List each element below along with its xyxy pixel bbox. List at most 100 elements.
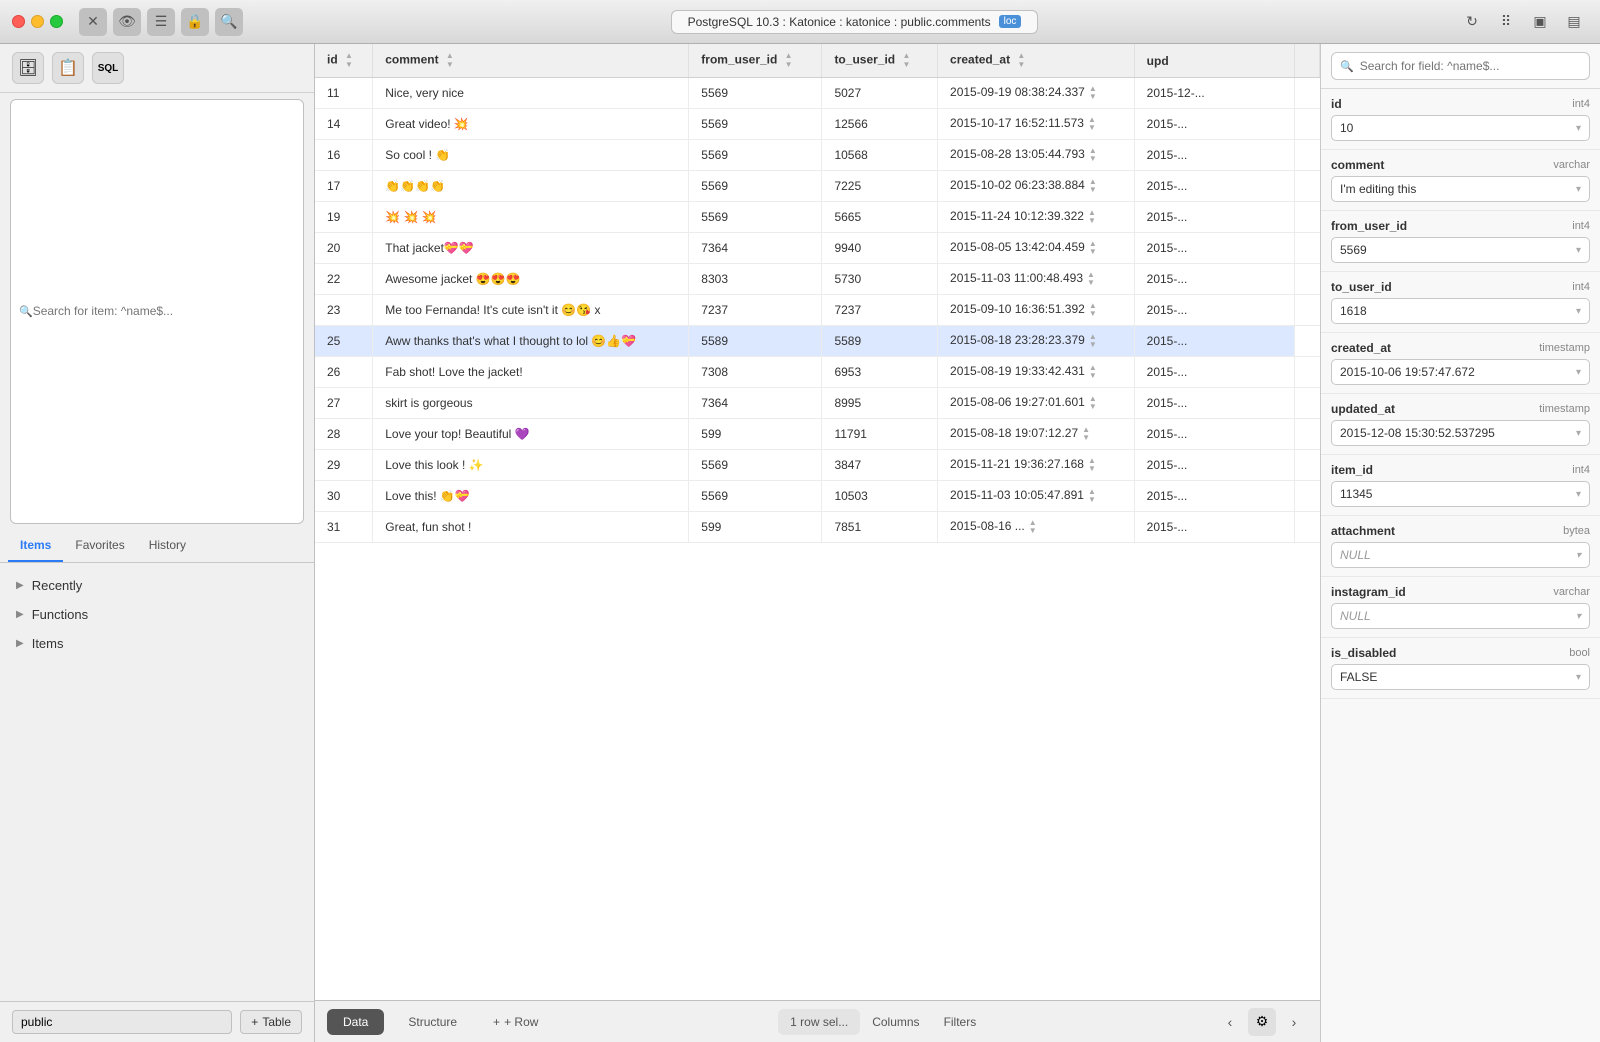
cell-to_user_id[interactable]: 5665 — [822, 202, 938, 233]
cell-created_at[interactable]: 2015-11-21 19:36:27.168▲▼ — [938, 450, 1135, 481]
cell-from_user_id[interactable]: 5569 — [689, 140, 822, 171]
cell-comment[interactable]: Aww thanks that's what I thought to lol … — [373, 326, 689, 357]
panel-right-icon[interactable]: ▤ — [1560, 8, 1588, 36]
table-row[interactable]: 28Love your top! Beautiful 💜599117912015… — [315, 419, 1320, 450]
cell-id[interactable]: 19 — [315, 202, 373, 233]
table-row[interactable]: 14Great video! 💥5569125662015-10-17 16:5… — [315, 109, 1320, 140]
cell-comment[interactable]: Love this! 👏💝 — [373, 481, 689, 512]
eye-icon[interactable]: 👁 — [113, 8, 141, 36]
tab-structure[interactable]: Structure — [392, 1009, 473, 1035]
cell-id[interactable]: 11 — [315, 78, 373, 109]
cell-created_at[interactable]: 2015-08-06 19:27:01.601▲▼ — [938, 388, 1135, 419]
cell-from_user_id[interactable]: 5569 — [689, 171, 822, 202]
cell-created_at[interactable]: 2015-08-28 13:05:44.793▲▼ — [938, 140, 1135, 171]
table-icon[interactable]: 📋 — [52, 52, 84, 84]
cell-from_user_id[interactable]: 5569 — [689, 481, 822, 512]
sidebar-item-recently[interactable]: ▶ Recently — [0, 571, 314, 600]
cell-to_user_id[interactable]: 3847 — [822, 450, 938, 481]
cell-created_at[interactable]: 2015-08-19 19:33:42.431▲▼ — [938, 357, 1135, 388]
table-row[interactable]: 20That jacket💝💝736499402015-08-05 13:42:… — [315, 233, 1320, 264]
cell-id[interactable]: 28 — [315, 419, 373, 450]
cell-comment[interactable]: 👏👏👏👏 — [373, 171, 689, 202]
schema-select[interactable]: public — [12, 1010, 232, 1034]
cell-comment[interactable]: So cool ! 👏 — [373, 140, 689, 171]
cell-upd[interactable]: 2015-... — [1134, 512, 1294, 543]
cell-id[interactable]: 27 — [315, 388, 373, 419]
table-row[interactable]: 27skirt is gorgeous736489952015-08-06 19… — [315, 388, 1320, 419]
cell-id[interactable]: 16 — [315, 140, 373, 171]
cell-upd[interactable]: 2015-12-... — [1134, 78, 1294, 109]
refresh-icon[interactable]: ↻ — [1458, 8, 1486, 36]
cell-to_user_id[interactable]: 7225 — [822, 171, 938, 202]
field-value-id[interactable]: 10 ▾ — [1331, 115, 1590, 141]
panel-left-icon[interactable]: ▣ — [1526, 8, 1554, 36]
cell-from_user_id[interactable]: 5569 — [689, 450, 822, 481]
cell-created_at[interactable]: 2015-11-24 10:12:39.322▲▼ — [938, 202, 1135, 233]
cell-comment[interactable]: Me too Fernanda! It's cute isn't it 😊😘 x — [373, 295, 689, 326]
data-table-container[interactable]: id ▲▼ comment ▲▼ from_user_id ▲▼ to_us — [315, 44, 1320, 1000]
cell-comment[interactable]: Great, fun shot ! — [373, 512, 689, 543]
close-button[interactable] — [12, 15, 25, 28]
field-value-attachment[interactable]: NULL ▾ — [1331, 542, 1590, 568]
field-value-created_at[interactable]: 2015-10-06 19:57:47.672 ▾ — [1331, 359, 1590, 385]
field-value-to_user_id[interactable]: 1618 ▾ — [1331, 298, 1590, 324]
cell-from_user_id[interactable]: 8303 — [689, 264, 822, 295]
cell-comment[interactable]: Fab shot! Love the jacket! — [373, 357, 689, 388]
cell-to_user_id[interactable]: 10568 — [822, 140, 938, 171]
cell-to_user_id[interactable]: 11791 — [822, 419, 938, 450]
col-comment[interactable]: comment ▲▼ — [373, 44, 689, 78]
cell-from_user_id[interactable]: 599 — [689, 419, 822, 450]
cell-to_user_id[interactable]: 10503 — [822, 481, 938, 512]
cell-from_user_id[interactable]: 599 — [689, 512, 822, 543]
field-value-is_disabled[interactable]: FALSE ▾ — [1331, 664, 1590, 690]
minimize-button[interactable] — [31, 15, 44, 28]
rp-search-box[interactable]: 🔍 — [1331, 52, 1590, 80]
table-row[interactable]: 31Great, fun shot !59978512015-08-16 ...… — [315, 512, 1320, 543]
table-row[interactable]: 22Awesome jacket 😍😍😍830357302015-11-03 1… — [315, 264, 1320, 295]
tab-favorites[interactable]: Favorites — [63, 530, 136, 562]
table-row[interactable]: 26Fab shot! Love the jacket!730869532015… — [315, 357, 1320, 388]
cell-id[interactable]: 31 — [315, 512, 373, 543]
cell-upd[interactable]: 2015-... — [1134, 264, 1294, 295]
list-icon[interactable]: ☰ — [147, 8, 175, 36]
settings-icon[interactable]: ⚙ — [1248, 1008, 1276, 1036]
field-value-instagram_id[interactable]: NULL ▾ — [1331, 603, 1590, 629]
add-row-button[interactable]: + + Row — [481, 1009, 550, 1035]
cell-comment[interactable]: Great video! 💥 — [373, 109, 689, 140]
tab-items[interactable]: Items — [8, 530, 63, 562]
tab-history[interactable]: History — [137, 530, 198, 562]
cell-upd[interactable]: 2015-... — [1134, 388, 1294, 419]
close-icon[interactable]: ✕ — [79, 8, 107, 36]
prev-arrow[interactable]: ‹ — [1216, 1008, 1244, 1036]
col-from-user-id[interactable]: from_user_id ▲▼ — [689, 44, 822, 78]
table-row[interactable]: 16So cool ! 👏5569105682015-08-28 13:05:4… — [315, 140, 1320, 171]
cell-id[interactable]: 14 — [315, 109, 373, 140]
table-row[interactable]: 17👏👏👏👏556972252015-10-02 06:23:38.884▲▼2… — [315, 171, 1320, 202]
cell-from_user_id[interactable]: 5569 — [689, 78, 822, 109]
sidebar-search[interactable]: 🔍 — [10, 99, 304, 524]
cell-to_user_id[interactable]: 5589 — [822, 326, 938, 357]
tab-data[interactable]: Data — [327, 1009, 384, 1035]
cell-from_user_id[interactable]: 5589 — [689, 326, 822, 357]
cell-created_at[interactable]: 2015-08-16 ...▲▼ — [938, 512, 1135, 543]
cell-upd[interactable]: 2015-... — [1134, 233, 1294, 264]
col-to-user-id[interactable]: to_user_id ▲▼ — [822, 44, 938, 78]
cell-to_user_id[interactable]: 7237 — [822, 295, 938, 326]
field-value-item_id[interactable]: 11345 ▾ — [1331, 481, 1590, 507]
cell-from_user_id[interactable]: 5569 — [689, 109, 822, 140]
maximize-button[interactable] — [50, 15, 63, 28]
cell-id[interactable]: 17 — [315, 171, 373, 202]
cell-created_at[interactable]: 2015-09-10 16:36:51.392▲▼ — [938, 295, 1135, 326]
cell-id[interactable]: 26 — [315, 357, 373, 388]
search-icon[interactable]: 🔍 — [215, 8, 243, 36]
cell-created_at[interactable]: 2015-08-05 13:42:04.459▲▼ — [938, 233, 1135, 264]
cell-upd[interactable]: 2015-... — [1134, 481, 1294, 512]
cell-comment[interactable]: Love this look ! ✨ — [373, 450, 689, 481]
field-value-updated_at[interactable]: 2015-12-08 15:30:52.537295 ▾ — [1331, 420, 1590, 446]
cell-from_user_id[interactable]: 7364 — [689, 388, 822, 419]
cell-to_user_id[interactable]: 7851 — [822, 512, 938, 543]
cell-upd[interactable]: 2015-... — [1134, 140, 1294, 171]
cell-upd[interactable]: 2015-... — [1134, 326, 1294, 357]
table-row[interactable]: 30Love this! 👏💝5569105032015-11-03 10:05… — [315, 481, 1320, 512]
cell-id[interactable]: 25 — [315, 326, 373, 357]
